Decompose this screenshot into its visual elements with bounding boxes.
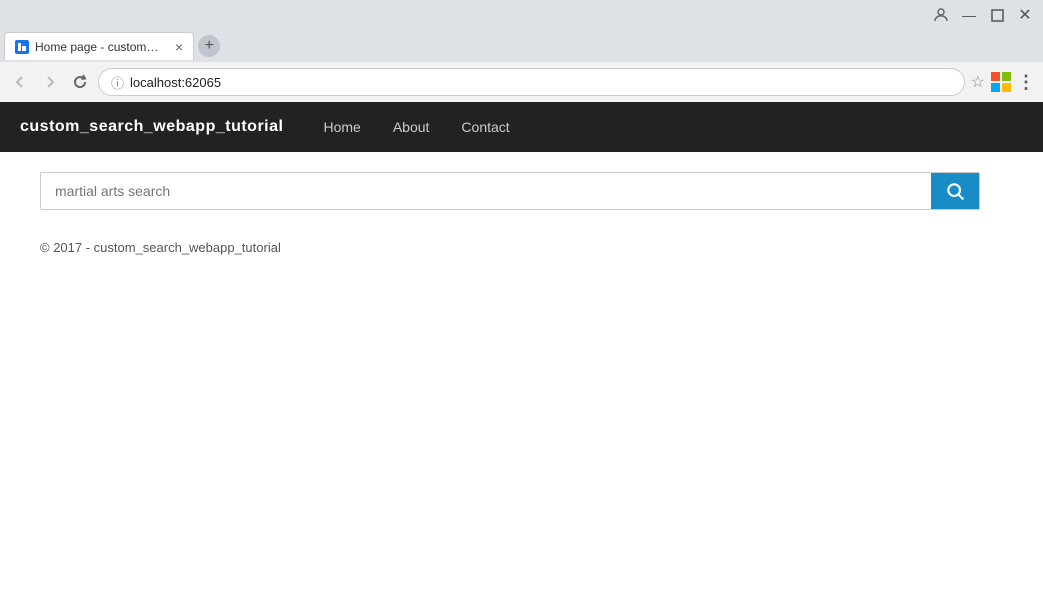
windows-icon-green [1002, 72, 1011, 81]
windows-icon-red [991, 72, 1000, 81]
nav-link-about[interactable]: About [377, 105, 446, 149]
back-button[interactable] [8, 70, 32, 94]
browser-chrome: — ✕ Home page - custom_se × + [0, 0, 1043, 102]
bookmark-icon[interactable]: ☆ [971, 72, 985, 92]
refresh-button[interactable] [68, 70, 92, 94]
main-content: © 2017 - custom_search_webapp_tutorial [0, 152, 1043, 275]
windows-icon[interactable] [991, 72, 1011, 92]
forward-button[interactable] [38, 70, 62, 94]
navbar-brand[interactable]: custom_search_webapp_tutorial [20, 118, 283, 136]
nav-link-home[interactable]: Home [307, 105, 376, 149]
windows-icon-yellow [1002, 83, 1011, 92]
new-tab-button[interactable]: + [198, 35, 220, 57]
nav-link-contact[interactable]: Contact [445, 105, 525, 149]
navbar: custom_search_webapp_tutorial Home About… [0, 102, 1043, 152]
search-button[interactable] [931, 173, 979, 209]
address-text: localhost:62065 [130, 75, 221, 90]
close-button[interactable]: ✕ [1015, 5, 1035, 25]
restore-button[interactable] [987, 5, 1007, 25]
search-container [40, 172, 980, 210]
address-bar-actions: ☆ ⋮ [971, 72, 1035, 93]
title-bar-controls: — ✕ [931, 5, 1035, 25]
windows-icon-blue [991, 83, 1000, 92]
lock-icon: ⓘ [111, 73, 124, 92]
title-bar: — ✕ [0, 0, 1043, 30]
address-bar[interactable]: ⓘ localhost:62065 [98, 68, 965, 96]
minimize-button[interactable]: — [959, 5, 979, 25]
tab-bar: Home page - custom_se × + [0, 30, 1043, 62]
tab-favicon [15, 40, 29, 54]
address-bar-row: ⓘ localhost:62065 ☆ ⋮ [0, 62, 1043, 102]
search-input[interactable] [41, 173, 931, 209]
footer-text: © 2017 - custom_search_webapp_tutorial [40, 240, 1003, 255]
user-icon[interactable] [931, 5, 951, 25]
tab-title: Home page - custom_se [35, 40, 165, 54]
browser-menu-button[interactable]: ⋮ [1017, 72, 1035, 93]
browser-tab[interactable]: Home page - custom_se × [4, 32, 194, 60]
search-icon [945, 181, 965, 201]
tab-close-button[interactable]: × [175, 39, 183, 55]
